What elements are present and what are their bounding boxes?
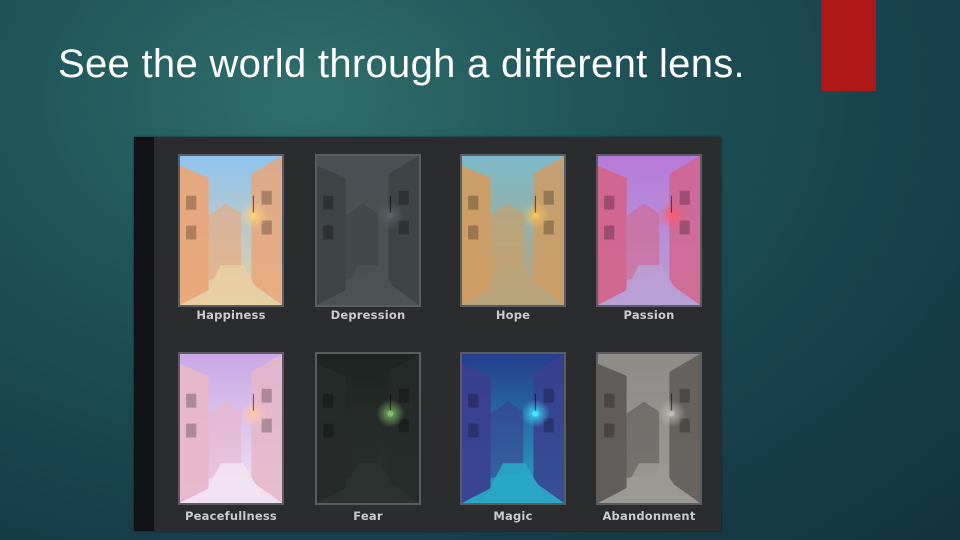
street-scene-illustration [462,354,564,503]
emotion-label-magic: Magic [493,509,533,523]
accent-bar [821,0,876,91]
emotion-card-magic [460,352,566,505]
emotion-card-fear [315,352,421,505]
emotion-label-depression: Depression [330,308,406,322]
street-scene-illustration [598,354,700,503]
emotion-card-abandonment [596,352,702,505]
street-scene-illustration [462,156,564,305]
emotion-card-happiness [178,154,284,307]
street-scene-illustration [317,354,419,503]
emotion-label-peacefullness: Peacefullness [185,509,277,523]
street-scene-illustration [317,156,419,305]
street-scene-illustration [598,156,700,305]
slide-title: See the world through a different lens. [58,42,745,86]
emotion-label-happiness: Happiness [196,308,266,322]
street-scene-illustration [180,354,282,503]
emotion-card-depression [315,154,421,307]
emotion-label-passion: Passion [623,308,675,322]
emotion-label-fear: Fear [353,509,383,523]
panel-left-strip [134,137,154,531]
emotion-card-hope [460,154,566,307]
street-scene-illustration [180,156,282,305]
emotion-label-abandonment: Abandonment [602,509,696,523]
emotion-card-peacefullness [178,352,284,505]
emotion-card-passion [596,154,702,307]
emotion-label-hope: Hope [495,308,531,322]
